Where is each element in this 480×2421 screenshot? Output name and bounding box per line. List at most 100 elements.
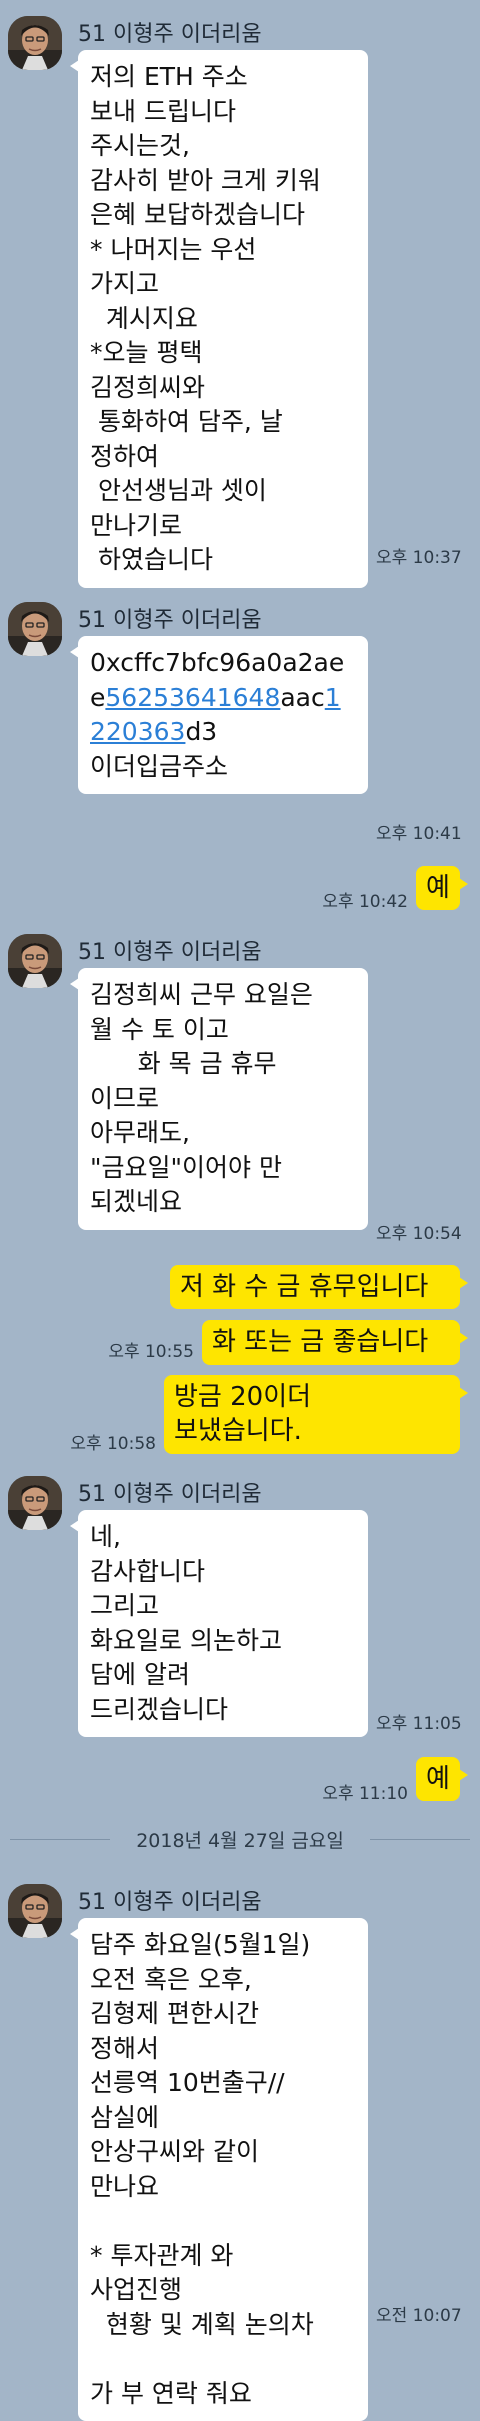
message-bubble[interactable]: 네, 감사합니다그리고화요일로 의논하고담에 알려드리겠습니다 bbox=[70, 1510, 368, 1737]
message-line: 보내 드립니다 bbox=[90, 96, 236, 126]
phone-number-link[interactable]: 1 bbox=[325, 683, 341, 712]
message-line: 안선생님과 셋이 bbox=[90, 476, 267, 505]
message-line: 통화하여 담주, 날 bbox=[90, 407, 283, 436]
message-text-segment: aac bbox=[280, 682, 325, 712]
message-line: e56253641648aac1 bbox=[90, 681, 356, 716]
message-outgoing: 예오후 11:10 bbox=[0, 1748, 480, 1810]
message-line: 그리고 bbox=[90, 1591, 160, 1620]
message-line: 저 화 수 금 휴무입니다 bbox=[180, 1271, 429, 1302]
avatar[interactable] bbox=[8, 16, 62, 70]
phone-number-link[interactable]: 56253641648 bbox=[105, 683, 280, 712]
message-line: 정하여 bbox=[90, 441, 160, 471]
avatar[interactable] bbox=[8, 602, 62, 656]
message-timestamp: 오후 10:41 bbox=[376, 824, 462, 844]
message-line: 정해서 bbox=[90, 2033, 160, 2063]
avatar-image bbox=[8, 934, 62, 988]
message-outgoing: 방금 20이더보냈습니다. 오후 10:58 bbox=[0, 1368, 480, 1460]
message-line: 김형제 편한시간 bbox=[90, 1999, 259, 2028]
message-line: 만나기로 bbox=[90, 510, 183, 540]
message-line: 아무래도, bbox=[90, 1118, 190, 1147]
avatar[interactable] bbox=[8, 934, 62, 988]
sender-name: 51 이형주 이더리움 bbox=[78, 608, 262, 633]
message-bubble[interactable]: 김정희씨 근무 요일은월 수 토 이고 화 목 금 휴무이므로아무래도, "금요일… bbox=[70, 968, 368, 1230]
message-timestamp: 오후 11:10 bbox=[322, 1784, 408, 1804]
avatar[interactable] bbox=[8, 1884, 62, 1938]
message-line: 계시지요 bbox=[90, 303, 198, 333]
message-line: 은혜 보답하겠습니다 bbox=[90, 200, 305, 229]
message-line: 가지고 bbox=[90, 269, 160, 298]
message-bubble-outgoing[interactable]: 화 또는 금 좋습니다 bbox=[202, 1320, 468, 1365]
avatar-image bbox=[8, 602, 62, 656]
message-line: 예 bbox=[426, 872, 450, 903]
message-line: * 투자관계 와 bbox=[90, 2240, 234, 2270]
message-line: 감사합니다 bbox=[90, 1556, 206, 1586]
message-bubble-outgoing[interactable]: 예 bbox=[416, 1756, 468, 1802]
message-timestamp: 오후 10:54 bbox=[376, 1224, 462, 1244]
message-line: 화요일로 의논하고 bbox=[90, 1625, 282, 1655]
phone-number-link[interactable]: 220363 bbox=[90, 717, 185, 746]
message-text-segment: d3 bbox=[185, 717, 218, 746]
message-line: 보냈습니다. bbox=[174, 1416, 302, 1446]
message-incoming: 51 이형주 이더리움저의 ETH 주소보내 드립니다주시는것, 감사히 받아 크… bbox=[0, 0, 480, 588]
message-line: 담에 알려 bbox=[90, 1660, 190, 1689]
message-line: 김정희씨와 bbox=[90, 372, 206, 402]
sender-name: 51 이형주 이더리움 bbox=[78, 1890, 262, 1915]
avatar-image bbox=[8, 1884, 62, 1938]
message-timestamp: 오후 10:58 bbox=[70, 1434, 156, 1454]
message-timestamp: 오후 11:05 bbox=[376, 1714, 462, 1734]
message-line bbox=[90, 2204, 356, 2239]
message-line: "금요일"이어야 만 bbox=[90, 1152, 282, 1182]
message-line: 김정희씨 근무 요일은 bbox=[90, 980, 313, 1009]
sender-name: 51 이형주 이더리움 bbox=[78, 1482, 262, 1507]
message-line: 월 수 토 이고 bbox=[90, 1014, 229, 1044]
message-bubble[interactable]: 저의 ETH 주소보내 드립니다주시는것, 감사히 받아 크게 키워은혜 보답하겠… bbox=[70, 50, 368, 588]
message-bubble-outgoing[interactable]: 저 화 수 금 휴무입니다 bbox=[170, 1264, 468, 1310]
avatar[interactable] bbox=[8, 1476, 62, 1530]
message-line: 주시는것, bbox=[90, 131, 190, 160]
message-line: 이므로 bbox=[90, 1083, 160, 1113]
message-bubble-outgoing[interactable]: 예 bbox=[416, 865, 468, 911]
message-outgoing: 화 또는 금 좋습니다오후 10:55 bbox=[0, 1316, 480, 1368]
message-line: 담주 화요일(5월1일) bbox=[90, 1930, 311, 1959]
message-line: 화 또는 금 좋습니다 bbox=[212, 1327, 429, 1357]
message-timestamp: 오전 10:07 bbox=[376, 2306, 462, 2326]
message-timestamp: 오후 10:42 bbox=[322, 892, 408, 912]
message-line: 저의 ETH 주소 bbox=[90, 62, 248, 91]
message-line: 오전 혹은 오후, bbox=[90, 1964, 252, 1994]
message-incoming: 51 이형주 이더리움네, 감사합니다그리고화요일로 의논하고담에 알려드리겠습니… bbox=[0, 1460, 480, 1748]
message-line: 네, bbox=[90, 1522, 121, 1551]
message-timestamp: 오후 10:55 bbox=[108, 1342, 194, 1362]
message-line: 삼실에 bbox=[90, 2102, 160, 2132]
message-line: 사업진행 bbox=[90, 2275, 183, 2304]
avatar-image bbox=[8, 16, 62, 70]
message-line: 예 bbox=[426, 1763, 450, 1794]
message-line: 안상구씨와 같이 bbox=[90, 2137, 259, 2166]
message-line: 이더입금주소 bbox=[90, 750, 356, 785]
message-line: 되겠네요 bbox=[90, 1187, 183, 1216]
message-line: 선릉역 10번출구// bbox=[90, 2068, 285, 2097]
message-incoming: 51 이형주 이더리움담주 화요일(5월1일) 오전 혹은 오후, 김형제 편한시간… bbox=[0, 1868, 480, 2421]
message-incoming: 51 이형주 이더리움 0xcffc7bfc96a0a2ae e5625364164… bbox=[0, 586, 480, 858]
message-outgoing: 예오후 10:42 bbox=[0, 858, 480, 918]
message-line: 화 목 금 휴무 bbox=[90, 1049, 277, 1078]
message-bubble[interactable]: 담주 화요일(5월1일) 오전 혹은 오후, 김형제 편한시간정해서선릉역 10번출… bbox=[70, 1918, 368, 2421]
message-bubble[interactable]: 0xcffc7bfc96a0a2ae e56253641648aac1 220363… bbox=[70, 636, 368, 794]
sender-name: 51 이형주 이더리움 bbox=[78, 22, 262, 47]
message-line: 방금 20이더 bbox=[174, 1381, 312, 1412]
chat-log: 51 이형주 이더리움 저의 ETH 주소 보내 드립니다 주시는것, 감사히 받아 크… bbox=[0, 0, 480, 2421]
avatar-image bbox=[8, 1476, 62, 1530]
message-line: 가 부 연락 줘요 bbox=[90, 2378, 252, 2408]
message-line: * 나머지는 우선 bbox=[90, 234, 257, 264]
message-incoming: 51 이형주 이더리움김정희씨 근무 요일은월 수 토 이고 화 목 금 휴무이… bbox=[0, 918, 480, 1258]
date-divider: 2018년 4월 27일 금요일 bbox=[0, 1810, 480, 1868]
message-timestamp: 오후 10:37 bbox=[376, 548, 462, 568]
message-bubble-outgoing[interactable]: 방금 20이더보냈습니다. bbox=[164, 1374, 468, 1454]
message-line bbox=[90, 2342, 356, 2377]
sender-name: 51 이형주 이더리움 bbox=[78, 940, 262, 965]
message-line: 만나요 bbox=[90, 2171, 160, 2201]
message-line: 드리겠습니다 bbox=[90, 1694, 229, 1724]
message-text-segment: 이더입금주소 bbox=[90, 751, 229, 781]
message-line: 감사히 받아 크게 키워 bbox=[90, 165, 321, 195]
message-text-segment: e bbox=[90, 682, 106, 712]
message-outgoing: 저 화 수 금 휴무입니다 bbox=[0, 1258, 480, 1316]
